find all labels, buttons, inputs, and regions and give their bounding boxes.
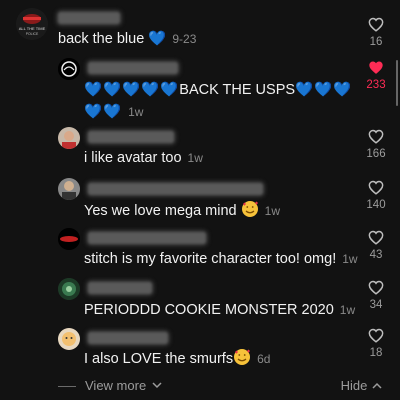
- comment-body: PERIODDD COOKIE MONSTER 2020: [84, 302, 334, 318]
- like-button[interactable]: 140: [361, 180, 391, 211]
- hide-label: Hide: [340, 378, 368, 393]
- username-redacted[interactable]: [88, 131, 174, 143]
- comment-item: I also LOVE the smurfs 6d 18: [0, 326, 400, 370]
- username-redacted[interactable]: [88, 282, 152, 294]
- like-count: 140: [366, 199, 386, 211]
- comment-text: 💙💙💙💙💙BACK THE USPS💙💙💙 💙💙 1w: [84, 79, 352, 123]
- like-button[interactable]: 166: [361, 129, 391, 160]
- comment-timestamp: 1w: [128, 105, 144, 119]
- comment-body: i like avatar too: [84, 150, 182, 166]
- like-button[interactable]: 43: [361, 230, 391, 261]
- avatar-text-line1: ALL THE TIME: [19, 26, 46, 31]
- avatar[interactable]: [58, 178, 80, 200]
- avatar[interactable]: [58, 228, 80, 250]
- blue-heart-emojis: 💙💙💙: [295, 82, 353, 98]
- comment-body: BACK THE USPS: [179, 82, 296, 98]
- avatar[interactable]: [58, 127, 80, 149]
- comment-text: Yes we love mega mind 1w: [84, 200, 280, 224]
- comment-timestamp: 1w: [342, 252, 358, 266]
- smiling-face-with-hearts-emoji: [233, 348, 251, 372]
- heart-outline-icon: [368, 280, 384, 295]
- hide-button[interactable]: Hide: [341, 378, 382, 393]
- comment-body: Yes we love mega mind: [84, 203, 237, 219]
- avatar[interactable]: [58, 58, 80, 80]
- view-more-button[interactable]: View more: [85, 378, 162, 393]
- chevron-up-icon: [372, 382, 382, 389]
- avatar[interactable]: [58, 278, 80, 300]
- smiling-face-with-hearts-emoji: [241, 200, 259, 224]
- scrollbar[interactable]: [396, 60, 398, 106]
- heart-outline-icon: [368, 180, 384, 195]
- username-redacted[interactable]: [88, 332, 168, 344]
- heart-outline-icon: [368, 17, 384, 32]
- avatar[interactable]: ALL THE TIME POLICE: [16, 8, 48, 40]
- comment-timestamp: 1w: [339, 303, 356, 317]
- comment-item: 💙💙💙💙💙BACK THE USPS💙💙💙 💙💙 1w 233: [0, 56, 400, 122]
- comment-timestamp: 1w: [264, 204, 280, 218]
- like-button[interactable]: 18: [361, 328, 391, 359]
- comment-text: i like avatar too 1w: [84, 148, 203, 168]
- username-redacted[interactable]: [88, 183, 263, 195]
- comment-item: Yes we love mega mind 1w 140: [0, 178, 400, 226]
- comment-timestamp: 9-23: [172, 32, 197, 46]
- like-count: 18: [369, 347, 383, 359]
- comment-text: PERIODDD COOKIE MONSTER 2020 1w: [84, 300, 355, 320]
- heart-outline-icon: [368, 129, 384, 144]
- like-count: 16: [369, 36, 383, 48]
- like-count: 233: [366, 79, 386, 91]
- like-count: 166: [366, 148, 386, 160]
- comment-body: I also LOVE the smurfs: [84, 351, 234, 367]
- heart-filled-icon: [369, 61, 383, 74]
- comment-text: back the blue 💙 9-23: [58, 29, 196, 49]
- comment-text: I also LOVE the smurfs 6d: [84, 348, 270, 372]
- like-count: 43: [369, 249, 383, 261]
- like-count: 34: [369, 299, 383, 311]
- like-button[interactable]: 34: [361, 280, 391, 311]
- comment-text: stitch is my favorite character too! omg…: [84, 249, 358, 269]
- blue-heart-emojis: 💙💙💙💙💙: [84, 82, 180, 98]
- avatar-text-line2: POLICE: [26, 32, 39, 36]
- view-more-label: View more: [85, 378, 147, 393]
- replies-footer: View more Hide: [0, 372, 400, 400]
- comment-timestamp: 6d: [257, 352, 271, 366]
- avatar[interactable]: [58, 328, 80, 350]
- chevron-down-icon: [152, 382, 162, 389]
- blue-heart-emojis: 💙💙: [84, 104, 123, 120]
- divider-line: [58, 386, 76, 387]
- username-redacted[interactable]: [88, 62, 178, 74]
- heart-outline-icon: [368, 230, 384, 245]
- comment-item: PERIODDD COOKIE MONSTER 2020 1w 34: [0, 276, 400, 326]
- comment-body: stitch is my favorite character too! omg…: [84, 251, 337, 267]
- comment-body: back the blue 💙: [58, 31, 167, 47]
- like-button[interactable]: 16: [361, 17, 391, 48]
- like-button[interactable]: 233: [361, 60, 391, 91]
- heart-outline-icon: [368, 328, 384, 343]
- comment-timestamp: 1w: [187, 151, 203, 165]
- comment-item: stitch is my favorite character too! omg…: [0, 226, 400, 274]
- comment-item: i like avatar too 1w 166: [0, 125, 400, 171]
- username-redacted[interactable]: [58, 12, 120, 24]
- comment-item: ALL THE TIME POLICE back the blue 💙 9-23 …: [0, 0, 400, 56]
- username-redacted[interactable]: [88, 232, 206, 244]
